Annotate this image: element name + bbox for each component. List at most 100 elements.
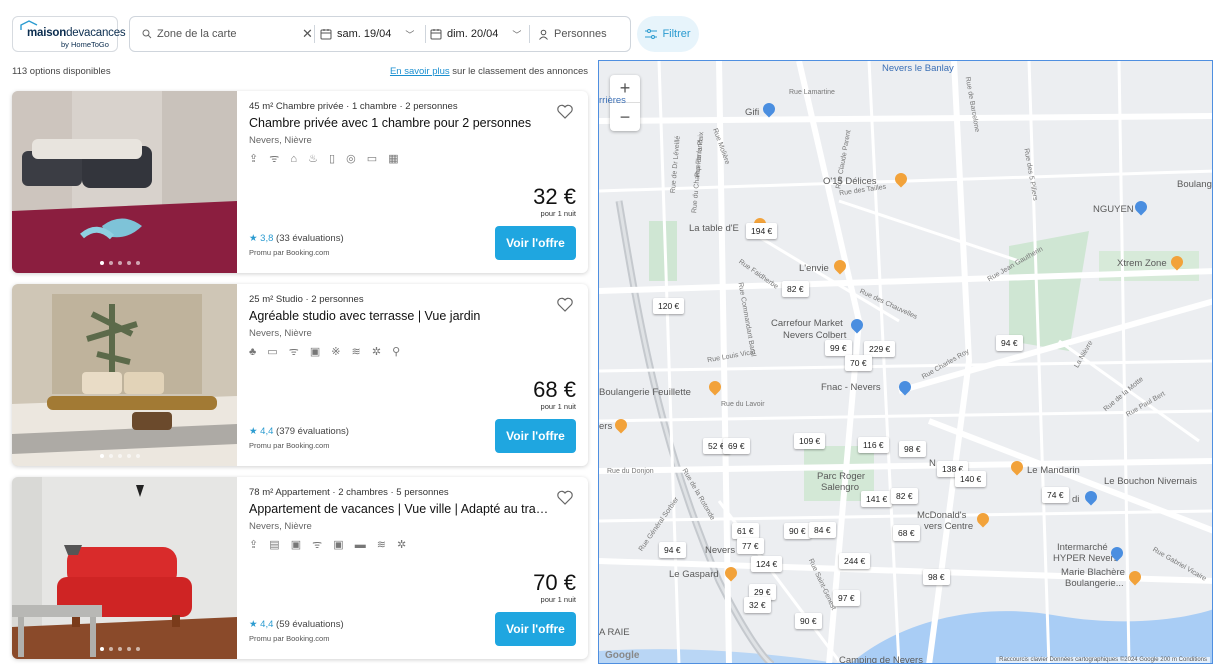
place-label: Fnac - Nevers	[821, 382, 881, 393]
view-offer-button[interactable]: Voir l'offre	[495, 612, 576, 646]
map-attribution[interactable]: Raccourcis clavier Données cartographiqu…	[996, 657, 1210, 663]
price-pin[interactable]: 94 €	[659, 542, 686, 558]
price-pin[interactable]: 98 €	[899, 441, 926, 457]
listing-photo[interactable]	[12, 477, 237, 659]
person-icon	[539, 29, 548, 40]
price-pin[interactable]: 69 €	[723, 438, 750, 454]
ranking-link[interactable]: En savoir plus	[390, 66, 450, 77]
view-offer-button[interactable]: Voir l'offre	[495, 226, 576, 260]
price-pin[interactable]: 194 €	[746, 223, 778, 239]
heart-icon[interactable]	[556, 489, 574, 507]
clear-icon[interactable]: ✕	[302, 17, 313, 51]
listing-title[interactable]: Agréable studio avec terrasse | Vue jard…	[249, 309, 554, 323]
persons-field[interactable]: Personnes	[538, 17, 607, 51]
price-pin[interactable]: 82 €	[891, 488, 918, 504]
price-pin[interactable]: 94 €	[996, 335, 1023, 351]
living-room-photo	[12, 477, 237, 659]
price-pin[interactable]: 70 €	[845, 355, 872, 371]
calendar-icon	[430, 29, 442, 40]
place-label: La table d'E	[689, 223, 739, 234]
promo-label: Promu par Booking.com	[249, 441, 330, 450]
place-label: di	[1072, 494, 1080, 505]
checkout-date[interactable]: dim. 20/04 ﹀	[430, 17, 521, 51]
zone-field[interactable]: Zone de la carte	[142, 17, 322, 51]
place-label: Le Mandarin	[1027, 465, 1080, 476]
bedroom-photo	[12, 91, 237, 273]
listing-card[interactable]: 45 m² Chambre privée · 1 chambre · 2 per…	[12, 91, 588, 273]
photo-dots[interactable]	[100, 454, 140, 458]
heart-icon[interactable]	[556, 103, 574, 121]
place-label: Gifi	[745, 107, 760, 118]
price-pin[interactable]: 74 €	[1042, 487, 1069, 503]
price-pin[interactable]: 120 €	[653, 298, 685, 314]
photo-dots[interactable]	[100, 647, 140, 651]
checkin-value: sam. 19/04	[337, 28, 392, 40]
price-pin[interactable]: 98 €	[923, 569, 950, 585]
search-bar: Zone de la carte ✕ sam. 19/04 ﹀ dim. 20/…	[129, 16, 631, 52]
price-pin[interactable]: 90 €	[784, 523, 811, 539]
place-label: Marie Blachère	[1061, 567, 1125, 578]
price-pin[interactable]: 32 €	[744, 597, 771, 613]
price-pin[interactable]: 99 €	[825, 340, 852, 356]
listing-location: Nevers, Nièvre	[249, 328, 312, 339]
map-panel[interactable]: + − Rue Lamartine Rue de Barcelone Rue d…	[598, 60, 1213, 664]
view-offer-button[interactable]: Voir l'offre	[495, 419, 576, 453]
price-pin[interactable]: 77 €	[737, 538, 764, 554]
promo-label: Promu par Booking.com	[249, 634, 330, 643]
rating-score: 4,4	[260, 426, 274, 437]
place-label: Xtrem Zone	[1117, 258, 1167, 269]
sliders-icon	[645, 29, 658, 39]
persons-input[interactable]: Personnes	[554, 28, 607, 40]
listing-card[interactable]: 25 m² Studio · 2 personnes Agréable stud…	[12, 284, 588, 466]
checkin-date[interactable]: sam. 19/04 ﹀	[320, 17, 414, 51]
listing-kicker: 78 m² Appartement · 2 chambres · 5 perso…	[249, 487, 449, 498]
listing-photo[interactable]	[12, 284, 237, 466]
place-label: Le Gaspard	[669, 569, 719, 580]
price-pin[interactable]: 109 €	[794, 433, 826, 449]
listing-location: Nevers, Nièvre	[249, 521, 312, 532]
rating-count: (59 évaluations)	[276, 619, 344, 630]
listing-title[interactable]: Chambre privée avec 1 chambre pour 2 per…	[249, 116, 554, 130]
price-period: pour 1 nuit	[540, 209, 576, 218]
ranking-suffix: sur le classement des annonces	[449, 66, 588, 77]
price-pin[interactable]: 61 €	[732, 523, 759, 539]
price-pin[interactable]: 82 €	[782, 281, 809, 297]
price-pin[interactable]: 141 €	[861, 491, 893, 507]
amenity-icons: ♣ ▭ ᯤ ▣ ※ ≋ ✲ ⚲	[249, 346, 405, 358]
place-label: vers Centre	[924, 521, 974, 532]
calendar-icon	[320, 29, 332, 40]
listing-kicker: 45 m² Chambre privée · 1 chambre · 2 per…	[249, 101, 458, 112]
promo-label: Promu par Booking.com	[249, 248, 330, 257]
rating-score: 4,4	[260, 619, 274, 630]
listing-title[interactable]: Appartement de vacances | Vue ville | Ad…	[249, 502, 554, 516]
zoom-out-button[interactable]: −	[610, 103, 640, 131]
listing-card[interactable]: 78 m² Appartement · 2 chambres · 5 perso…	[12, 477, 588, 659]
place-label: Boulang	[1177, 179, 1212, 190]
street-label: Rue du Lavoir	[721, 401, 765, 408]
price-pin[interactable]: 90 €	[795, 613, 822, 629]
place-label: N	[929, 458, 936, 469]
listing-photo[interactable]	[12, 91, 237, 273]
price-pin[interactable]: 97 €	[833, 590, 860, 606]
price-pin[interactable]: 140 €	[955, 471, 987, 487]
heart-icon[interactable]	[556, 296, 574, 314]
place-label: Le Bouchon Nivernais	[1104, 476, 1197, 487]
price-pin[interactable]: 244 €	[839, 553, 871, 569]
price-pin[interactable]: 84 €	[809, 522, 836, 538]
price-pin[interactable]: 116 €	[858, 437, 889, 453]
site-logo[interactable]: maisondevacances by HomeToGo	[12, 16, 126, 52]
price-period: pour 1 nuit	[540, 402, 576, 411]
amenity-icons: ⇪ ᯤ ⌂ ♨ ▯ ◎ ▭ ▦	[249, 153, 403, 165]
listing-info: 45 m² Chambre privée · 1 chambre · 2 per…	[249, 101, 579, 166]
divider	[314, 25, 315, 43]
photo-dots[interactable]	[100, 261, 140, 265]
price-pin[interactable]: 124 €	[751, 556, 783, 572]
zone-input[interactable]: Zone de la carte	[157, 28, 237, 40]
search-icon	[142, 29, 152, 39]
price-pin[interactable]: 68 €	[893, 525, 920, 541]
logo-wordmark: maisondevacances	[27, 27, 126, 39]
filter-button[interactable]: Filtrer	[637, 16, 699, 52]
rating-count: (379 évaluations)	[276, 426, 349, 437]
place-label: Carrefour Market	[771, 318, 843, 329]
street-label: Rue du Donjon	[607, 468, 654, 475]
